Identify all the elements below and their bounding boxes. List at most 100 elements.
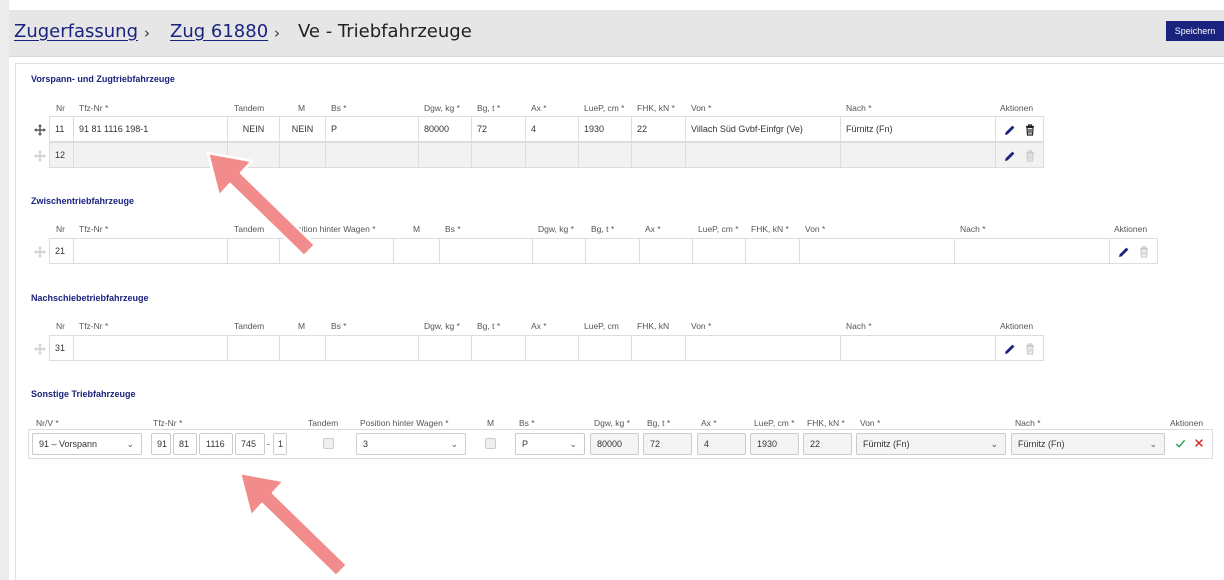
cell-von[interactable]: Villach Süd Gvbf-Einfgr (Ve) [686,116,841,142]
cell-ax[interactable] [526,335,579,361]
cell-tfz[interactable] [74,238,228,264]
pencil-icon[interactable] [1004,150,1016,162]
cell-bs[interactable]: P [326,116,419,142]
cell-fhk[interactable]: 22 [632,116,686,142]
col-header-nach: Nach * [846,321,872,331]
cell-dgw[interactable] [419,335,472,361]
ax-input[interactable]: 4 [697,433,746,455]
header-bar: Zugerfassung › Zug 61880 › Ve - Triebfah… [9,10,1224,57]
cell-luep[interactable] [579,142,632,168]
bs-select[interactable]: P ⌄ [515,433,585,455]
trash-icon[interactable] [1024,124,1036,136]
trash-icon [1026,150,1034,162]
tandem-checkbox[interactable] [323,438,334,449]
cell-ax[interactable] [526,142,579,168]
section-title-zwischen: Zwischentriebfahrzeuge [31,196,135,206]
cell-fhk[interactable] [746,238,800,264]
breadcrumb-link-zugerfassung[interactable]: Zugerfassung [14,21,138,42]
tfz-part4-input[interactable]: 745 [235,433,265,455]
tfz-part3-input[interactable]: 1116 [199,433,233,455]
cell-tandem[interactable]: NEIN [228,116,280,142]
cell-tfz[interactable] [74,335,228,361]
col-header-tandem: Tandem [234,103,265,113]
tfz-check-digit-input[interactable]: 1 [273,433,287,455]
chevron-down-icon: ⌄ [1149,439,1157,449]
von-select-value: Fürnitz (Fn) [863,439,910,449]
cell-tfz[interactable] [74,142,228,168]
cell-ax[interactable]: 4 [526,116,579,142]
cell-ax[interactable] [640,238,693,264]
breadcrumb-link-zug[interactable]: Zug 61880 [170,21,268,42]
pencil-icon[interactable] [1004,343,1016,355]
cell-nr: 11 [49,116,74,142]
col-header-ax: Ax * [531,103,547,113]
bg-input[interactable]: 72 [643,433,692,455]
nrv-select[interactable]: 91 – Vorspann ⌄ [32,433,142,455]
cell-m[interactable] [394,238,440,264]
section-title-vorspann: Vorspann- und Zugtriebfahrzeuge [31,74,175,84]
check-icon[interactable] [1175,438,1186,449]
chevron-down-icon: ⌄ [126,439,134,449]
cell-luep[interactable]: 1930 [579,116,632,142]
move-icon[interactable] [34,124,46,136]
cell-bg[interactable] [472,335,526,361]
move-icon[interactable] [34,150,46,162]
col-header-tandem: Tandem [234,224,265,234]
cell-fhk[interactable] [632,335,686,361]
col-header-luep: LueP, cm * [584,103,625,113]
cell-dgw[interactable] [419,142,472,168]
cell-luep[interactable] [693,238,746,264]
tfz-separator: - [267,439,270,449]
trash-icon [1140,246,1148,258]
cell-dgw[interactable]: 80000 [419,116,472,142]
cell-fhk[interactable] [632,142,686,168]
cell-von[interactable] [686,142,841,168]
position-select-value: 3 [363,439,369,449]
cell-m[interactable] [280,335,326,361]
move-icon[interactable] [34,343,46,355]
cell-m[interactable] [280,142,326,168]
tfz-part2-input[interactable]: 81 [173,433,197,455]
dgw-input[interactable]: 80000 [590,433,639,455]
luep-input[interactable]: 1930 [750,433,799,455]
cell-bs[interactable] [326,335,419,361]
col-header-bs: Bs * [331,321,347,331]
col-header-tfz: Tfz-Nr * [79,224,109,234]
move-icon[interactable] [34,246,46,258]
cell-bg[interactable] [472,142,526,168]
cell-nach[interactable] [841,142,996,168]
breadcrumb-separator: › [274,24,280,42]
cell-luep[interactable] [579,335,632,361]
cell-bs[interactable] [326,142,419,168]
cell-nach[interactable]: Fürnitz (Fn) [841,116,996,142]
position-select[interactable]: 3 ⌄ [356,433,466,455]
fhk-input[interactable]: 22 [803,433,852,455]
tfz-part1-input[interactable]: 91 [151,433,171,455]
cell-von[interactable] [686,335,841,361]
cell-tandem[interactable] [228,335,280,361]
cell-m[interactable]: NEIN [280,116,326,142]
col-header-nr: Nr [56,224,65,234]
pencil-icon[interactable] [1004,124,1016,136]
cell-nach[interactable] [955,238,1110,264]
cell-bs[interactable] [440,238,533,264]
col-header-nr: Nr [56,321,65,331]
col-header-bs: Bs * [445,224,461,234]
cell-dgw[interactable] [533,238,586,264]
cell-tandem[interactable] [228,238,280,264]
col-header-von: Von * [805,224,826,234]
cell-position[interactable] [280,238,394,264]
cell-tandem[interactable] [228,142,280,168]
nach-select[interactable]: Fürnitz (Fn) ⌄ [1011,433,1165,455]
m-checkbox[interactable] [485,438,496,449]
von-select[interactable]: Fürnitz (Fn) ⌄ [856,433,1006,455]
cell-tfz[interactable]: 91 81 1116 198-1 [74,116,228,142]
pencil-icon[interactable] [1118,246,1130,258]
cell-bg[interactable]: 72 [472,116,526,142]
save-button[interactable]: Speichern [1166,21,1224,41]
cell-von[interactable] [800,238,955,264]
cell-bg[interactable] [586,238,640,264]
cell-nach[interactable] [841,335,996,361]
close-icon[interactable] [1194,438,1204,448]
col-header-m: M [413,224,421,234]
